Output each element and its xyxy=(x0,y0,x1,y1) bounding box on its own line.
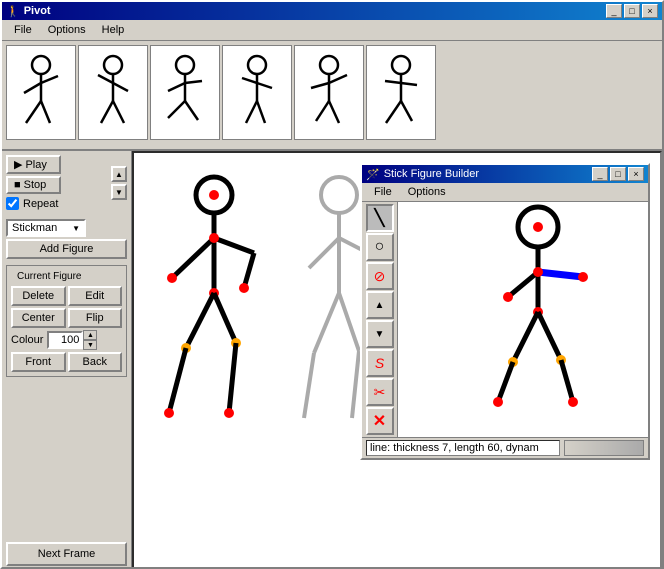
sub-close-button[interactable]: × xyxy=(628,167,644,181)
frame-6[interactable] xyxy=(366,45,436,140)
sub-menu-bar: File Options xyxy=(362,183,648,202)
no-tool-button[interactable]: ⊘ xyxy=(366,262,394,290)
colour-spinbox: 100 ▲ ▼ xyxy=(47,330,97,350)
sub-maximize-button[interactable]: □ xyxy=(610,167,626,181)
sub-content: ╲ ○ ⊘ ▲ ▼ S ✂ ✕ xyxy=(362,202,648,437)
delete-button[interactable]: Delete xyxy=(11,286,66,306)
figure-dropdown[interactable]: Stickman ▼ xyxy=(6,219,86,237)
sub-menu-options[interactable]: Options xyxy=(400,184,454,200)
up-tool-button[interactable]: ▲ xyxy=(366,291,394,319)
title-bar-controls: _ □ × xyxy=(606,4,658,18)
colour-row: Colour 100 ▲ ▼ xyxy=(11,330,122,350)
play-icon: ▶ xyxy=(14,158,22,171)
frame-2[interactable] xyxy=(78,45,148,140)
stickman-1 xyxy=(164,173,264,433)
repeat-row: Repeat xyxy=(6,196,109,211)
scroll-up-button[interactable]: ▲ xyxy=(111,166,127,182)
next-frame-button[interactable]: Next Frame xyxy=(6,542,127,566)
playback-controls: ▶ Play ■ Stop Repeat xyxy=(6,155,127,211)
stick-figure-builder-window: 🪄 Stick Figure Builder _ □ × File Option… xyxy=(360,163,650,460)
maximize-button[interactable]: □ xyxy=(624,4,640,18)
dropdown-arrow-icon: ▼ xyxy=(72,224,80,233)
sub-title-controls: _ □ × xyxy=(592,167,644,181)
delete-tool-button[interactable]: ✕ xyxy=(366,407,394,435)
scroll-down-button[interactable]: ▼ xyxy=(111,184,127,200)
frame-5[interactable] xyxy=(294,45,364,140)
tools-panel: ╲ ○ ⊘ ▲ ▼ S ✂ ✕ xyxy=(362,202,398,437)
play-button[interactable]: ▶ Play xyxy=(6,155,61,174)
title-bar: 🚶 Pivot _ □ × xyxy=(2,2,662,20)
sub-title-icon: 🪄 xyxy=(366,168,380,181)
stop-button[interactable]: ■ Stop xyxy=(6,176,61,194)
add-figure-button[interactable]: Add Figure xyxy=(6,239,127,259)
menu-file[interactable]: File xyxy=(6,22,40,38)
sub-title-text: 🪄 Stick Figure Builder xyxy=(366,168,479,181)
curve-tool-button[interactable]: S xyxy=(366,349,394,377)
sub-status-bar: line: thickness 7, length 60, dynam xyxy=(362,437,648,458)
sub-status-scroll[interactable] xyxy=(564,440,644,456)
current-figure-group: Current Figure Delete Edit Center Flip C… xyxy=(6,265,127,377)
frame-4[interactable] xyxy=(222,45,292,140)
title-bar-text: 🚶 Pivot xyxy=(6,5,51,18)
colour-down-button[interactable]: ▼ xyxy=(83,340,97,350)
minimize-button[interactable]: _ xyxy=(606,4,622,18)
menu-help[interactable]: Help xyxy=(94,22,133,38)
stop-icon: ■ xyxy=(14,179,21,191)
colour-up-button[interactable]: ▲ xyxy=(83,330,97,340)
sub-menu-file[interactable]: File xyxy=(366,184,400,200)
sub-canvas[interactable] xyxy=(398,202,648,437)
frames-strip xyxy=(2,41,662,151)
close-button[interactable]: × xyxy=(642,4,658,18)
sub-title-bar: 🪄 Stick Figure Builder _ □ × xyxy=(362,165,648,183)
current-figure-title: Current Figure xyxy=(15,271,83,282)
title-icon: 🚶 xyxy=(6,5,20,18)
main-window: 🚶 Pivot _ □ × File Options Help xyxy=(0,0,664,569)
back-button[interactable]: Back xyxy=(68,352,123,372)
down-tool-button[interactable]: ▼ xyxy=(366,320,394,348)
main-area: ▶ Play ■ Stop Repeat xyxy=(2,151,662,569)
edit-button[interactable]: Edit xyxy=(68,286,123,306)
colour-label: Colour xyxy=(11,334,43,346)
circle-tool-button[interactable]: ○ xyxy=(366,233,394,261)
sub-minimize-button[interactable]: _ xyxy=(592,167,608,181)
menu-options[interactable]: Options xyxy=(40,22,94,38)
menu-bar: File Options Help xyxy=(2,20,662,41)
frame-3[interactable] xyxy=(150,45,220,140)
builder-stickman xyxy=(398,202,638,412)
repeat-checkbox[interactable] xyxy=(6,197,19,210)
repeat-label: Repeat xyxy=(23,198,58,210)
center-button[interactable]: Center xyxy=(11,308,66,328)
scissors-tool-button[interactable]: ✂ xyxy=(366,378,394,406)
frame-1[interactable] xyxy=(6,45,76,140)
colour-input[interactable]: 100 xyxy=(47,331,83,349)
flip-button[interactable]: Flip xyxy=(68,308,123,328)
canvas-area[interactable]: 🪄 Stick Figure Builder _ □ × File Option… xyxy=(132,151,662,569)
left-panel: ▶ Play ■ Stop Repeat xyxy=(2,151,132,569)
sub-status-text: line: thickness 7, length 60, dynam xyxy=(366,440,560,456)
front-button[interactable]: Front xyxy=(11,352,66,372)
figure-select-area: Stickman ▼ Add Figure xyxy=(6,219,127,259)
line-tool-button[interactable]: ╲ xyxy=(366,204,394,232)
